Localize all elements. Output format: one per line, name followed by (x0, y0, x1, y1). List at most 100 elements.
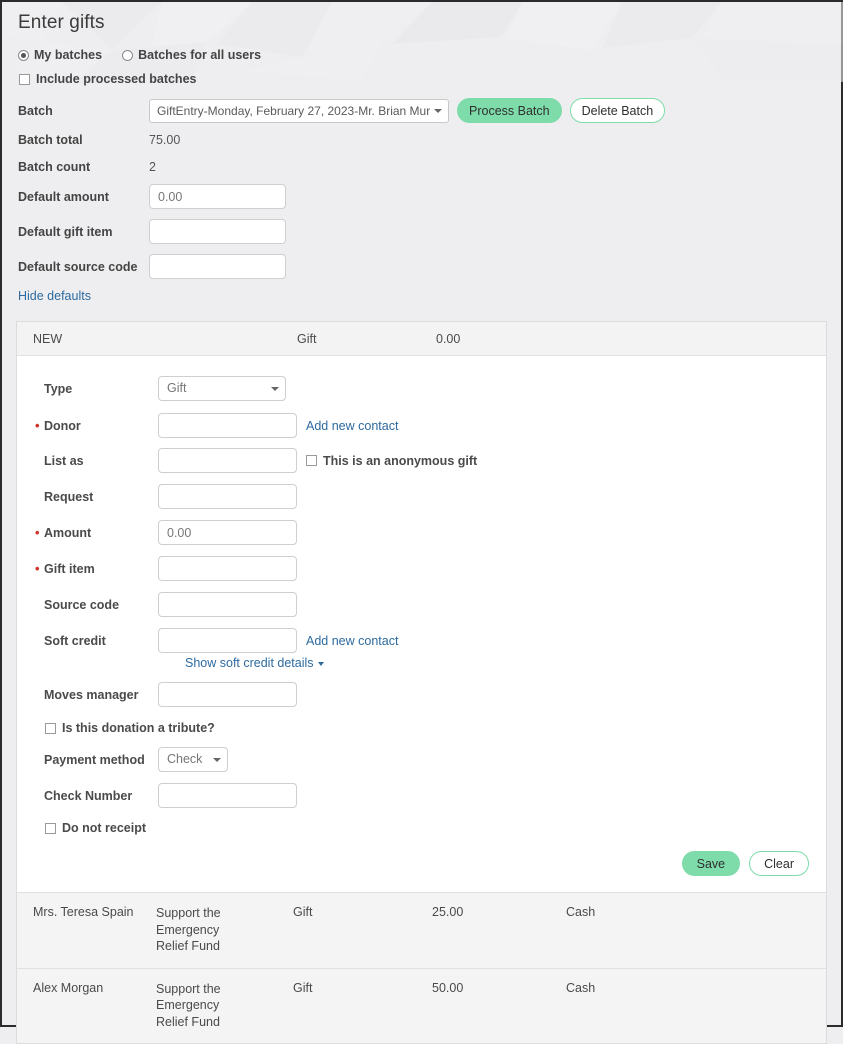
gift-item-label: • Gift item (17, 561, 158, 576)
show-soft-credit-details-link[interactable]: Show soft credit details (185, 656, 324, 670)
soft-credit-add-new-contact-link[interactable]: Add new contact (306, 634, 398, 648)
gift-item-row: • Gift item (17, 556, 826, 581)
donor-add-new-contact-link[interactable]: Add new contact (306, 419, 398, 433)
default-gift-item-label: Default gift item (18, 224, 113, 239)
batch-count-value: 2 (149, 160, 156, 174)
batch-selector-row: Batch GiftEntry-Monday, February 27, 202… (16, 98, 827, 123)
amount-label-text: Amount (44, 525, 92, 540)
payment-method-row: Payment method Check (17, 747, 826, 772)
batch-select-wrap: GiftEntry-Monday, February 27, 2023-Mr. … (149, 98, 449, 123)
gift-type: Gift (293, 980, 313, 995)
gift-item-label-text: Gift item (44, 561, 95, 576)
type-label: Type (44, 381, 73, 396)
gift-list: Mrs. Teresa Spain Support the Emergency … (17, 892, 826, 1043)
anonymous-gift-label: This is an anonymous gift (323, 453, 478, 468)
moves-manager-input[interactable] (158, 682, 297, 707)
table-row[interactable]: Alex Morgan Support the Emergency Relief… (17, 967, 826, 1043)
batch-label: Batch (18, 103, 53, 118)
radio-all-users-batches-icon (122, 49, 134, 61)
amount-row: • Amount (17, 520, 826, 545)
source-code-input[interactable] (158, 592, 297, 617)
batch-count-row: Batch count 2 (16, 160, 827, 174)
tribute-checkbox[interactable]: Is this donation a tribute? (17, 721, 826, 735)
moves-manager-row: Moves manager (17, 682, 826, 707)
check-number-label: Check Number (44, 788, 133, 803)
gift-designation: Support the Emergency Relief Fund (156, 906, 221, 953)
default-gift-item-input[interactable] (149, 219, 286, 244)
entry-type: Gift (297, 331, 317, 346)
entry-amount: 0.00 (436, 331, 461, 346)
gift-type: Gift (293, 905, 313, 919)
batch-total-label: Batch total (18, 133, 83, 147)
radio-all-users-batches-label: Batches for all users (138, 48, 262, 62)
radio-my-batches[interactable]: My batches (18, 48, 102, 62)
default-source-code-row: Default source code (16, 254, 827, 279)
donor-input[interactable] (158, 413, 297, 438)
default-amount-input[interactable] (149, 184, 286, 209)
radio-my-batches-label: My batches (34, 48, 103, 62)
page-title: Enter gifts (18, 12, 105, 33)
batch-scope-radio-group: My batches Batches for all users (18, 48, 827, 62)
check-number-input[interactable] (158, 783, 297, 808)
gift-donor: Mrs. Teresa Spain (33, 905, 134, 919)
checkbox-icon (45, 822, 56, 834)
gift-entry-card: NEW Gift 0.00 Type Gift • Donor Add new … (16, 321, 827, 1044)
request-label: Request (44, 489, 94, 504)
gift-method: Cash (566, 980, 596, 995)
soft-credit-after: Add new contact (306, 634, 398, 648)
include-processed-batches-checkbox[interactable]: Include processed batches (19, 72, 827, 86)
default-amount-label: Default amount (18, 189, 109, 204)
required-indicator-icon: • (35, 417, 40, 433)
list-as-label: List as (44, 453, 84, 468)
save-button[interactable]: Save (681, 851, 741, 876)
gift-amount: 25.00 (432, 905, 464, 919)
do-not-receipt-checkbox[interactable]: Do not receipt (17, 821, 826, 835)
type-row: Type Gift (17, 376, 826, 401)
batch-actions: Process Batch Delete Batch (457, 98, 666, 123)
checkbox-icon (19, 73, 30, 85)
donor-after: Add new contact (306, 419, 398, 433)
include-processed-batches-label: Include processed batches (36, 72, 197, 86)
radio-my-batches-icon (18, 49, 29, 61)
hide-defaults-link[interactable]: Hide defaults (18, 289, 91, 303)
soft-credit-row: Soft credit Add new contact (17, 628, 826, 653)
required-indicator-icon: • (35, 524, 40, 540)
amount-input[interactable] (158, 520, 297, 545)
default-source-code-label: Default source code (18, 259, 138, 274)
form-actions: Save Clear (17, 845, 826, 876)
donor-label-text: Donor (44, 418, 81, 433)
radio-all-users-batches[interactable]: Batches for all users (122, 48, 261, 62)
request-input[interactable] (158, 484, 297, 509)
tribute-label: Is this donation a tribute? (62, 721, 215, 735)
amount-label: • Amount (17, 524, 158, 540)
show-soft-credit-details-label: Show soft credit details (185, 656, 314, 670)
payment-method-label: Payment method (44, 752, 145, 767)
gift-donor: Alex Morgan (33, 980, 104, 995)
batch-select[interactable]: GiftEntry-Monday, February 27, 2023-Mr. … (149, 98, 449, 123)
type-select[interactable]: Gift (158, 376, 286, 401)
gift-entry-form: Type Gift • Donor Add new contact List a… (17, 356, 826, 892)
request-row: Request (17, 484, 826, 509)
batch-total-row: Batch total 75.00 (16, 133, 827, 147)
donor-row: • Donor Add new contact (17, 413, 826, 438)
soft-credit-label: Soft credit (44, 633, 106, 648)
gift-method: Cash (566, 905, 596, 919)
list-as-input[interactable] (158, 448, 297, 473)
list-as-after: This is an anonymous gift (306, 454, 477, 468)
source-code-row: Source code (17, 592, 826, 617)
process-batch-button[interactable]: Process Batch (457, 98, 562, 123)
default-gift-item-row: Default gift item (16, 219, 827, 244)
batch-total-value: 75.00 (149, 133, 181, 147)
delete-batch-button[interactable]: Delete Batch (569, 98, 666, 123)
donor-label: • Donor (17, 417, 158, 433)
caret-down-icon (317, 661, 324, 666)
anonymous-gift-checkbox[interactable]: This is an anonymous gift (306, 454, 477, 468)
default-source-code-input[interactable] (149, 254, 286, 279)
table-row[interactable]: Mrs. Teresa Spain Support the Emergency … (17, 892, 826, 968)
payment-method-select[interactable]: Check (158, 747, 228, 772)
clear-button[interactable]: Clear (749, 851, 809, 876)
soft-credit-input[interactable] (158, 628, 297, 653)
do-not-receipt-label: Do not receipt (62, 821, 147, 835)
checkbox-icon (306, 455, 317, 466)
gift-item-input[interactable] (158, 556, 297, 581)
